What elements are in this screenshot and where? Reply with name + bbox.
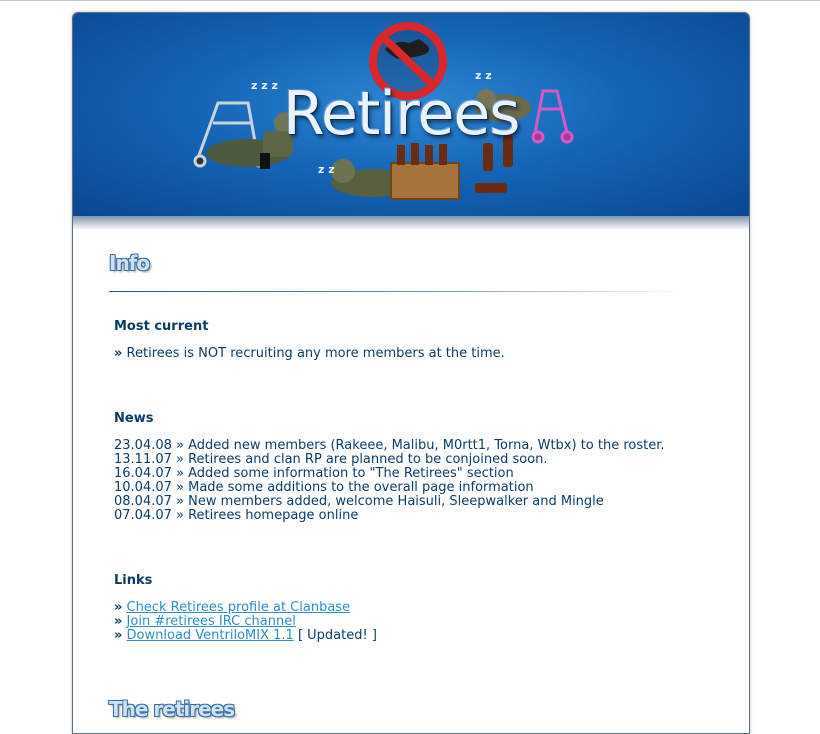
- info-title-divider: [109, 291, 689, 292]
- info-title: Info: [109, 251, 150, 275]
- sleep-zzz-icon-center: z z: [318, 163, 335, 176]
- news-heading: News: [114, 411, 154, 426]
- page-frame: z z z z z z z Retirees Info Most current…: [72, 12, 750, 734]
- news-item: 13.11.07 » Retirees and clan RP are plan…: [114, 452, 548, 467]
- bullet-icon: »: [114, 600, 123, 615]
- pink-walker-icon: [531, 89, 574, 144]
- news-item: 10.04.07 » Made some additions to the ov…: [114, 480, 534, 495]
- news-item: 16.04.07 » Added some information to "Th…: [114, 466, 514, 481]
- news-item: 07.04.07 » Retirees homepage online: [114, 508, 359, 523]
- most-current-heading: Most current: [114, 319, 209, 334]
- most-current-item: » Retirees is NOT recruiting any more me…: [114, 347, 505, 361]
- link-item: » Join #retirees IRC channel: [114, 615, 296, 629]
- irc-channel-link[interactable]: Join #retirees IRC channel: [127, 614, 296, 629]
- clanbase-profile-link[interactable]: Check Retirees profile at Clanbase: [127, 600, 351, 615]
- updated-note: [ Updated! ]: [293, 628, 377, 643]
- link-item: » Download VentriloMIX 1.1 [ Updated! ]: [114, 629, 377, 643]
- bullet-icon: »: [114, 628, 123, 643]
- ventrilomix-download-link[interactable]: Download VentriloMIX 1.1: [127, 628, 294, 643]
- top-divider: [0, 0, 820, 1]
- bullet-icon: »: [114, 346, 123, 361]
- link-item: » Check Retirees profile at Clanbase: [114, 601, 350, 615]
- bottle-crate-icon: [390, 143, 460, 200]
- site-logo[interactable]: Retirees: [283, 79, 521, 149]
- header-banner: z z z z z z z Retirees: [73, 13, 749, 216]
- most-current-text: Retirees is NOT recruiting any more memb…: [126, 346, 505, 361]
- retirees-section-title: The retirees: [109, 697, 235, 721]
- news-item: 23.04.08 » Added new members (Rakeee, Ma…: [114, 438, 665, 453]
- banner-shadow: [73, 216, 749, 230]
- sleep-zzz-icon-left: z z z: [251, 79, 278, 92]
- links-heading: Links: [114, 573, 153, 588]
- bullet-icon: »: [114, 614, 123, 629]
- news-item: 08.04.07 » New members added, welcome Ha…: [114, 494, 604, 509]
